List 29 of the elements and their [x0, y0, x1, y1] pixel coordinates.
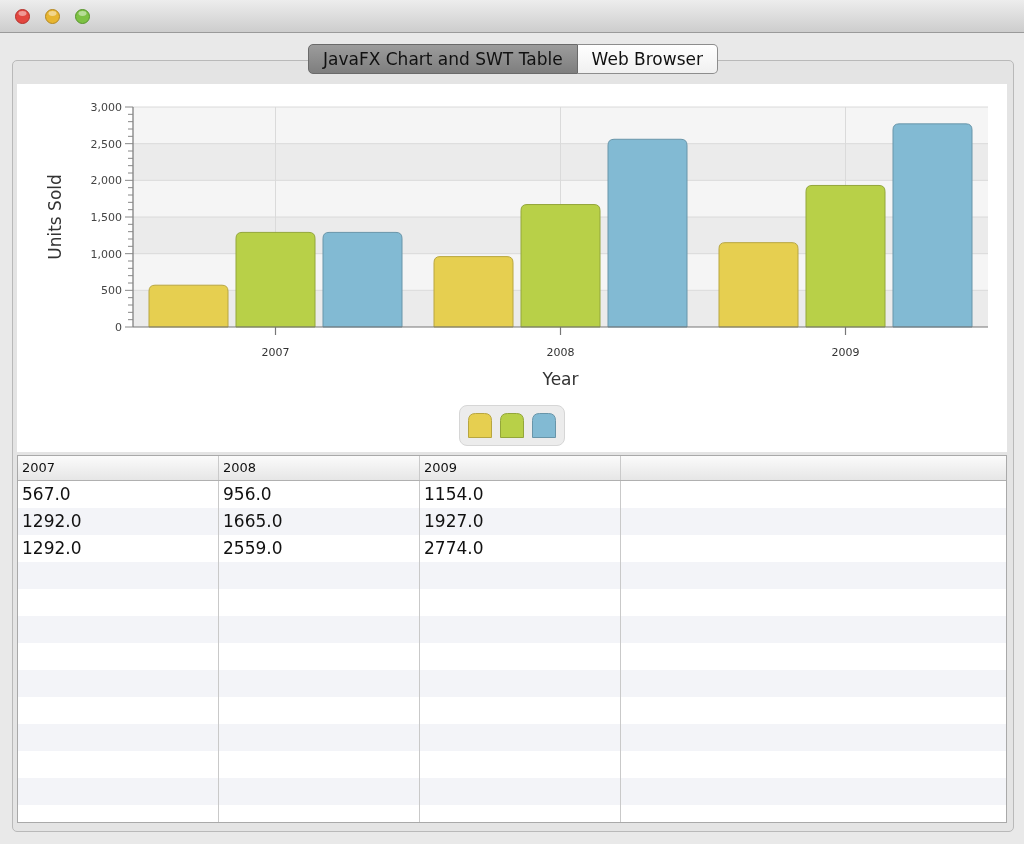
table-cell-text: 1292.0: [21, 537, 83, 560]
table-cell-text: 2774.0: [423, 537, 485, 560]
x-tick-label: 2008: [546, 346, 575, 359]
y-tick-label: 3,000: [90, 101, 122, 114]
y-tick-label: 2,000: [90, 174, 122, 188]
close-icon[interactable]: [15, 8, 30, 24]
table-cell-text: 2559.0: [222, 537, 284, 560]
y-tick-label: 500: [101, 284, 122, 298]
y-tick-label: 1,500: [90, 211, 122, 224]
y-tick-label: 2,500: [90, 137, 122, 151]
y-tick-label: 1,000: [90, 247, 122, 261]
y-tick-label: 0: [115, 321, 122, 334]
table-cell-text: 567.0: [21, 483, 72, 506]
column-header[interactable]: 2007: [18, 456, 219, 480]
table-cell-text: 1927.0: [423, 510, 485, 533]
table-cell-text: 1665.0: [222, 510, 284, 533]
column-header[interactable]: 2009: [420, 456, 621, 480]
zoom-icon[interactable]: [75, 8, 90, 24]
x-tick-label: 2007: [261, 346, 290, 359]
y-axis-title: Units Sold: [45, 174, 65, 260]
table-cell-text: 956.0: [222, 483, 273, 506]
minimize-icon[interactable]: [45, 8, 60, 24]
table-cell-text: 1292.0: [21, 510, 83, 533]
table-cell-text: 1154.0: [423, 483, 485, 506]
tab[interactable]: JavaFX Chart and SWT Table: [308, 44, 578, 74]
x-axis-title: Year: [542, 369, 579, 389]
x-tick-label: 2009: [831, 346, 860, 359]
tab[interactable]: Web Browser: [577, 44, 718, 74]
column-header[interactable]: 2008: [219, 456, 420, 480]
